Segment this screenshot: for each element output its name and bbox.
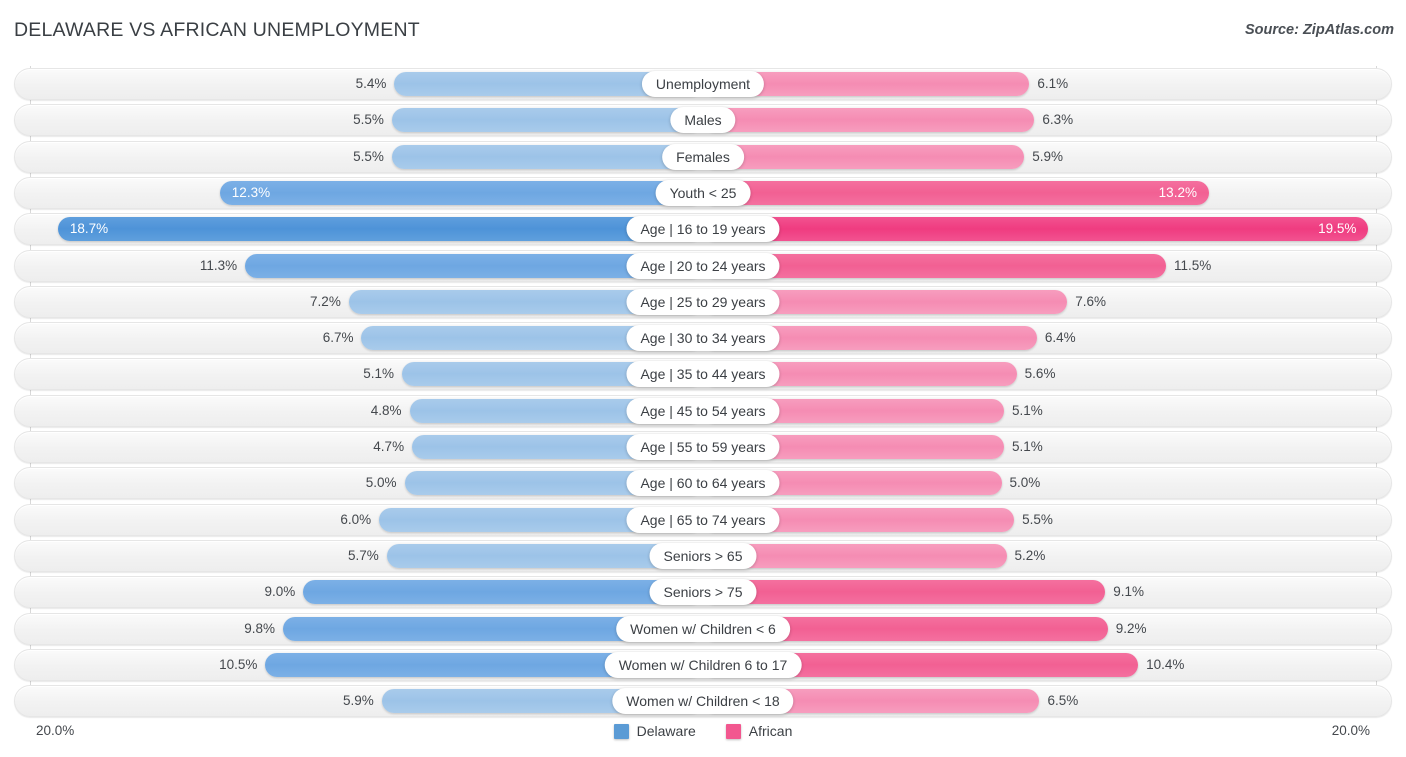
- bar-delaware[interactable]: [57, 217, 703, 242]
- chart-row: 12.3% 13.2% Youth < 25: [14, 176, 1392, 209]
- row-label-pill[interactable]: Age | 20 to 24 years: [626, 252, 780, 279]
- chart-row: 4.8% 5.1% Age | 45 to 54 years: [14, 394, 1392, 427]
- chart-row: 7.2% 7.6% Age | 25 to 29 years: [14, 285, 1392, 318]
- chart-legend: Delaware African: [0, 723, 1406, 739]
- row-label-pill[interactable]: Age | 35 to 44 years: [626, 361, 780, 388]
- row-label-pill[interactable]: Women w/ Children < 18: [612, 688, 794, 715]
- row-label-pill[interactable]: Youth < 25: [655, 179, 751, 206]
- chart-row: 9.8% 9.2% Women w/ Children < 6: [14, 612, 1392, 645]
- value-african: 5.5%: [1022, 511, 1053, 527]
- legend-item-delaware[interactable]: Delaware: [613, 723, 696, 739]
- chart-row: 18.7% 19.5% Age | 16 to 19 years: [14, 213, 1392, 246]
- value-african: 19.5%: [1318, 221, 1357, 237]
- chart-row: 5.5% 6.3% Males: [14, 104, 1392, 137]
- chart-row: 9.0% 9.1% Seniors > 75: [14, 576, 1392, 609]
- chart-plot-area: 5.4% 6.1% Unemployment 5.5% 6.3% Males 5.5% 5.9…: [0, 60, 1406, 718]
- chart-row: 10.5% 10.4% Women w/ Children 6 to 17: [14, 648, 1392, 681]
- chart-row: 5.7% 5.2% Seniors > 65: [14, 539, 1392, 572]
- value-african: 9.1%: [1113, 584, 1144, 600]
- value-african: 5.2%: [1014, 547, 1046, 563]
- legend-label: African: [748, 723, 793, 739]
- legend-swatch-icon: [725, 723, 741, 739]
- value-african: 5.1%: [1012, 402, 1043, 418]
- value-delaware: 5.0%: [365, 475, 397, 491]
- page-title: DELAWARE VS AFRICAN UNEMPLOYMENT: [14, 19, 420, 41]
- value-african: 10.4%: [1146, 656, 1185, 672]
- value-delaware: 4.7%: [373, 439, 405, 454]
- value-african: 6.1%: [1037, 76, 1069, 91]
- chart-row: 6.0% 5.5% Age | 65 to 74 years: [14, 503, 1392, 536]
- bar-delaware[interactable]: [391, 144, 703, 169]
- value-african: 6.3%: [1042, 112, 1074, 128]
- value-african: 5.9%: [1032, 148, 1064, 164]
- bar-african[interactable]: [703, 180, 1209, 205]
- value-delaware: 6.0%: [340, 511, 372, 527]
- value-delaware: 5.9%: [342, 693, 374, 709]
- value-delaware: 9.8%: [244, 620, 276, 636]
- row-label-pill[interactable]: Age | 55 to 59 years: [626, 434, 780, 460]
- row-label-pill[interactable]: Age | 25 to 29 years: [626, 288, 780, 315]
- value-delaware: 10.5%: [219, 656, 258, 672]
- legend-swatch-icon: [613, 723, 629, 739]
- chart-row: 5.1% 5.6% Age | 35 to 44 years: [14, 358, 1392, 391]
- value-african: 13.2%: [1158, 184, 1197, 200]
- legend-label: Delaware: [636, 723, 696, 739]
- value-african: 5.1%: [1012, 439, 1043, 454]
- bar-african[interactable]: [703, 217, 1369, 242]
- value-african: 11.5%: [1173, 257, 1212, 273]
- row-label-pill[interactable]: Age | 16 to 19 years: [626, 216, 780, 243]
- value-delaware: 18.7%: [69, 221, 109, 237]
- bar-african[interactable]: [703, 144, 1025, 169]
- chart-row: 5.0% 5.0% Age | 60 to 64 years: [14, 467, 1392, 500]
- chart-row: 11.3% 11.5% Age | 20 to 24 years: [14, 249, 1392, 282]
- row-label-pill[interactable]: Women w/ Children 6 to 17: [604, 651, 802, 678]
- value-delaware: 9.0%: [264, 584, 296, 600]
- legend-item-african[interactable]: African: [725, 723, 793, 739]
- bar-delaware[interactable]: [391, 108, 703, 133]
- value-delaware: 11.3%: [199, 257, 238, 273]
- value-delaware: 4.8%: [370, 402, 402, 418]
- value-delaware: 6.7%: [322, 330, 354, 346]
- value-african: 5.0%: [1009, 475, 1041, 491]
- value-african: 6.4%: [1044, 330, 1076, 346]
- value-african: 5.6%: [1024, 366, 1056, 382]
- source-attribution: Source: ZipAtlas.com: [1244, 22, 1394, 38]
- row-label-pill[interactable]: Unemployment: [641, 71, 765, 97]
- value-african: 7.6%: [1075, 293, 1107, 309]
- chart-row: 5.5% 5.9% Females: [14, 140, 1392, 173]
- value-delaware: 12.3%: [231, 184, 271, 200]
- bar-delaware[interactable]: [303, 580, 703, 605]
- value-african: 6.5%: [1047, 693, 1079, 709]
- row-label-pill[interactable]: Age | 45 to 54 years: [626, 397, 780, 424]
- row-label-pill[interactable]: Women w/ Children < 6: [616, 615, 790, 642]
- chart-row: 4.7% 5.1% Age | 55 to 59 years: [14, 431, 1392, 463]
- value-delaware: 5.5%: [353, 112, 384, 128]
- row-label-pill[interactable]: Females: [662, 143, 744, 170]
- value-delaware: 7.2%: [310, 293, 341, 309]
- value-delaware: 5.7%: [348, 547, 379, 563]
- row-label-pill[interactable]: Seniors > 75: [649, 579, 757, 606]
- bar-african[interactable]: [703, 580, 1106, 605]
- bar-african[interactable]: [703, 108, 1035, 133]
- value-delaware: 5.1%: [363, 366, 394, 382]
- chart-row: 5.4% 6.1% Unemployment: [14, 68, 1392, 100]
- row-label-pill[interactable]: Seniors > 65: [649, 542, 757, 569]
- row-label-pill[interactable]: Age | 30 to 34 years: [626, 325, 780, 352]
- row-label-pill[interactable]: Age | 60 to 64 years: [626, 470, 780, 497]
- chart-row: 6.7% 6.4% Age | 30 to 34 years: [14, 322, 1392, 355]
- row-label-pill[interactable]: Males: [670, 107, 736, 134]
- value-delaware: 5.4%: [355, 76, 387, 91]
- row-label-pill[interactable]: Age | 65 to 74 years: [626, 506, 780, 533]
- value-delaware: 5.5%: [353, 148, 384, 164]
- chart-header: DELAWARE VS AFRICAN UNEMPLOYMENT Source:…: [0, 0, 1406, 60]
- value-african: 9.2%: [1115, 620, 1147, 636]
- chart-row: 5.9% 6.5% Women w/ Children < 18: [14, 685, 1392, 718]
- chart-footer: 20.0% 20.0% Delaware African: [0, 715, 1406, 757]
